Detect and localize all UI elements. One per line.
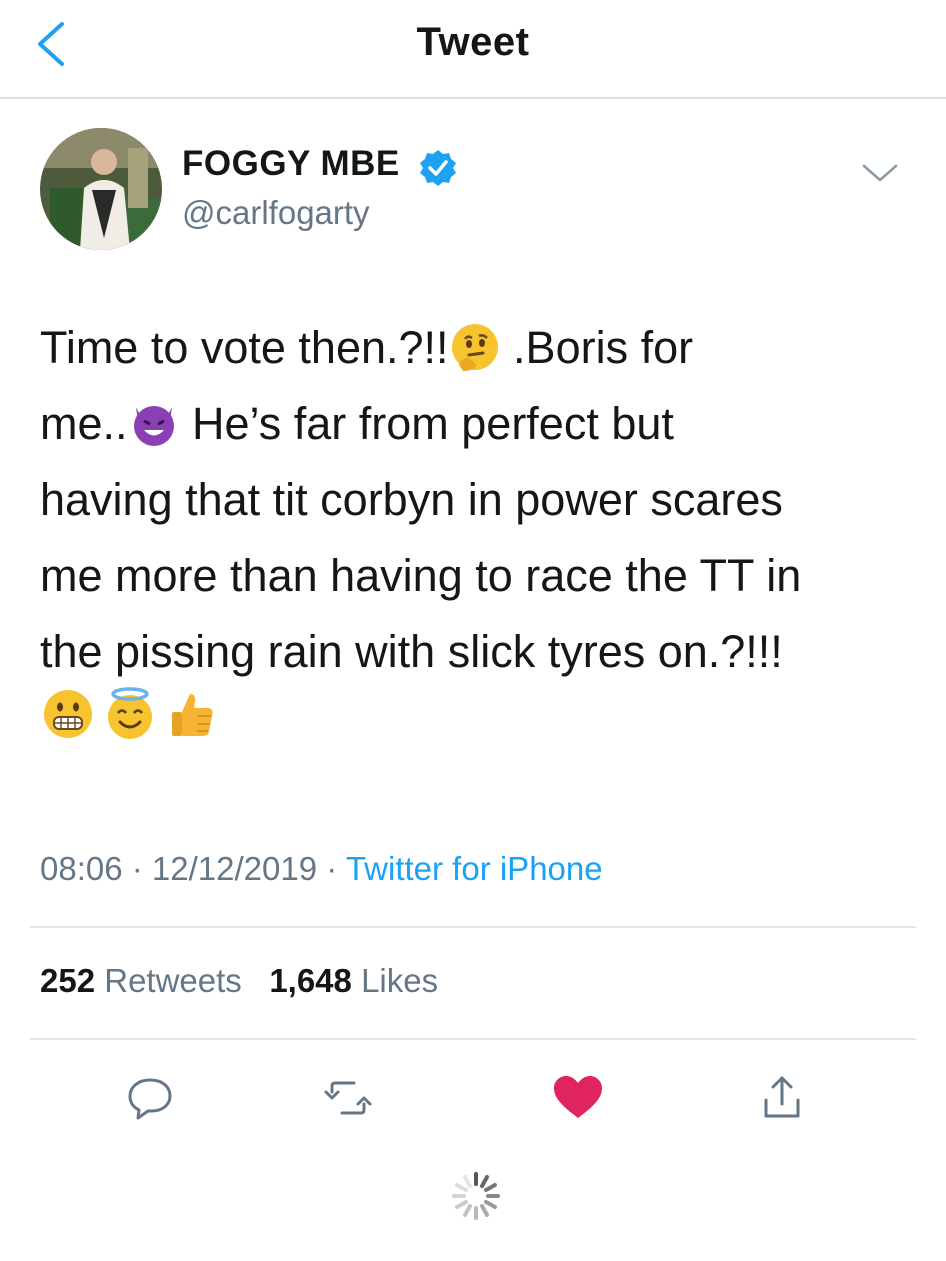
- retweets-label: Retweets: [104, 962, 242, 999]
- tweet-date: 12/12/2019: [151, 850, 318, 887]
- grimacing-face-emoji: [40, 686, 96, 746]
- user-handle[interactable]: @carlfogarty: [182, 194, 370, 232]
- like-button[interactable]: [548, 1070, 608, 1126]
- tweet-line: the pissing rain with slick tyres on.?!!…: [40, 626, 783, 677]
- share-button[interactable]: [752, 1070, 812, 1126]
- chevron-down-icon: [862, 164, 898, 182]
- tweet-text-segment: Time to vote then.?!!: [40, 322, 449, 373]
- likes-stat[interactable]: 1,648 Likes: [269, 962, 438, 999]
- header-divider: [0, 97, 946, 99]
- tweet-text-segment: me..: [40, 398, 128, 449]
- tweet-line: me more than having to race the TT in: [40, 550, 802, 601]
- divider: [30, 1038, 916, 1040]
- tweet-metadata: 08:06 · 12/12/2019 · Twitter for iPhone: [40, 850, 603, 888]
- engagement-stats: 252 Retweets 1,648 Likes: [40, 962, 438, 1000]
- share-icon: [764, 1076, 800, 1118]
- divider: [30, 926, 916, 928]
- more-options-button[interactable]: [854, 158, 906, 188]
- verified-badge-icon: [418, 148, 458, 188]
- page-title: Tweet: [416, 20, 530, 64]
- retweet-icon: [324, 1081, 372, 1115]
- likes-count: 1,648: [269, 962, 352, 999]
- trailing-emoji-row: [40, 686, 220, 746]
- separator: ·: [122, 850, 152, 887]
- reply-icon: [128, 1078, 172, 1120]
- tweet-line: me.. He’s far from perfect but: [40, 386, 900, 462]
- tweet-line: Time to vote then.?!! .Boris for: [40, 310, 900, 386]
- heart-icon: [554, 1076, 602, 1118]
- retweet-button[interactable]: [318, 1070, 378, 1126]
- thinking-face-emoji: [449, 321, 501, 373]
- smiling-devil-emoji: [128, 397, 180, 449]
- avatar-image: [40, 128, 162, 250]
- retweets-stat[interactable]: 252 Retweets: [40, 962, 242, 999]
- tweet-text-segment: .Boris for: [500, 322, 694, 373]
- tweet-text: Time to vote then.?!! .Boris for me.. He…: [40, 310, 900, 690]
- thumbs-up-emoji: [164, 686, 220, 746]
- tweet-time: 08:06: [40, 850, 123, 887]
- retweets-count: 252: [40, 962, 96, 999]
- separator: ·: [317, 850, 346, 887]
- smiling-face-with-halo-emoji: [102, 686, 158, 746]
- tweet-text-segment: He’s far from perfect but: [179, 398, 674, 449]
- display-name[interactable]: FOGGY MBE: [182, 144, 400, 184]
- tweet-source-link[interactable]: Twitter for iPhone: [346, 850, 603, 887]
- loading-spinner-icon: [448, 1168, 504, 1224]
- reply-button[interactable]: [120, 1070, 180, 1126]
- likes-label: Likes: [361, 962, 439, 999]
- tweet-line: having that tit corbyn in power scares: [40, 474, 783, 525]
- avatar[interactable]: [40, 128, 162, 250]
